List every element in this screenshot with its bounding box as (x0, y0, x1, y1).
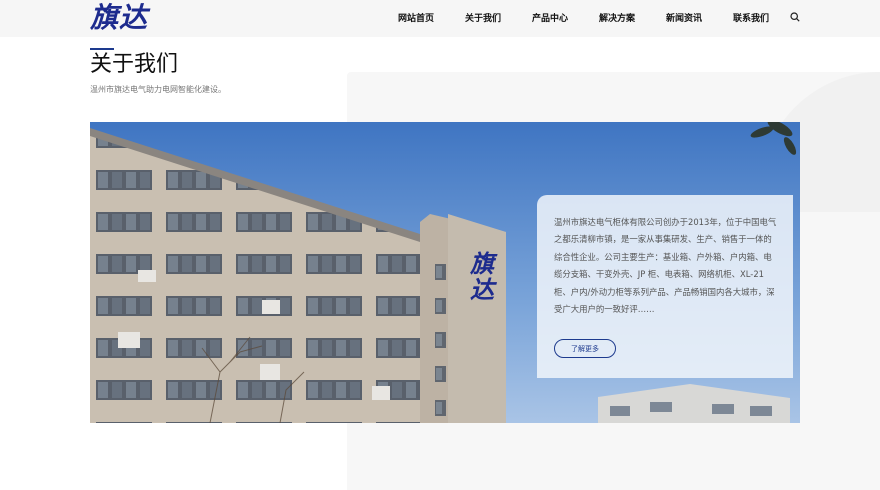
building-logo-bottom: 达 (470, 275, 498, 304)
nav-home[interactable]: 网站首页 (398, 11, 434, 25)
site-logo[interactable]: 旗达 (90, 2, 148, 34)
nav-about[interactable]: 关于我们 (465, 11, 501, 25)
section-subtitle: 温州市旗达电气助力电网智能化建设。 (90, 85, 226, 94)
nav-news[interactable]: 新闻资讯 (666, 11, 702, 25)
site-header: 旗达 网站首页 关于我们 产品中心 解决方案 新闻资讯 联系我们 (0, 0, 880, 37)
search-icon[interactable] (790, 12, 800, 22)
nav-contact[interactable]: 联系我们 (733, 11, 769, 25)
nav-products[interactable]: 产品中心 (532, 11, 568, 25)
about-description: 温州市旗达电气柜体有限公司创办于2013年，位于中国电气之都乐清柳市镇，是一家从… (554, 217, 777, 315)
about-card: 温州市旗达电气柜体有限公司创办于2013年，位于中国电气之都乐清柳市镇，是一家从… (537, 195, 793, 378)
learn-more-button[interactable]: 了解更多 (554, 339, 616, 358)
nav-solutions[interactable]: 解决方案 (599, 11, 635, 25)
building-logo-top: 旗 (469, 249, 498, 278)
title-accent-bar (90, 48, 114, 50)
section-title: 关于我们 (90, 52, 179, 77)
